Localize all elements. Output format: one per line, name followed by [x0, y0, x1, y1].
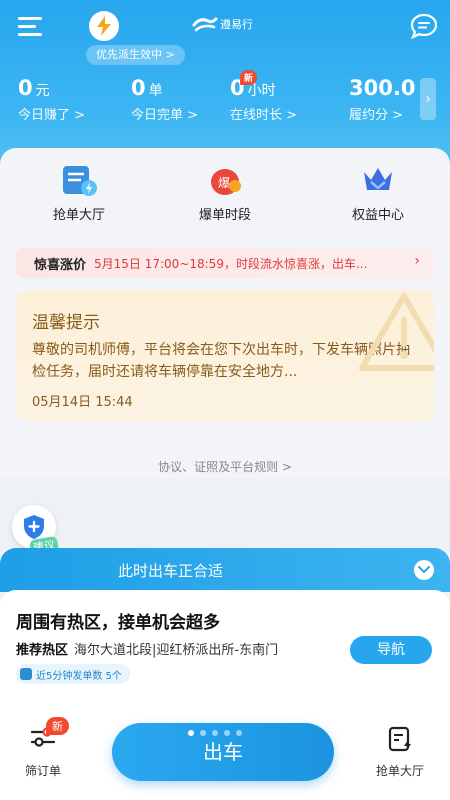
- surge-text: 5月15日 17:00~18:59，时段流水惊喜涨，出车...: [94, 256, 368, 271]
- quick-order-hall[interactable]: 抢单大厅: [19, 164, 139, 223]
- recent-orders-info: 近5分钟发单数 5个: [16, 664, 130, 684]
- stats-row: 0元 今日赚了 > 0单 今日完单 > 0 新小时 在线时长 > 300.0 履约…: [0, 70, 450, 126]
- collapse-button[interactable]: [414, 560, 434, 580]
- notice-date: 05月14日 15:44: [32, 395, 133, 410]
- grab-order-hall-button[interactable]: 抢单大厅: [368, 726, 432, 779]
- stats-more-button[interactable]: ›: [420, 78, 436, 120]
- chevron-down-icon: [418, 566, 430, 574]
- new-badge: 新: [46, 717, 69, 735]
- stat-completed-orders[interactable]: 0单 今日完单 >: [131, 76, 198, 123]
- top-bar: 优先派生效中 > 遵易行: [0, 0, 450, 70]
- navigate-button[interactable]: 导航: [350, 636, 432, 664]
- app-logo: 遵易行: [192, 12, 262, 36]
- stat-performance-score[interactable]: 300.0 履约分 >: [349, 76, 415, 123]
- chevron-right-icon: ›: [414, 253, 420, 269]
- shield-icon: [24, 515, 44, 539]
- info-icon: [20, 668, 32, 680]
- priority-dispatch-status[interactable]: 优先派生效中 >: [86, 45, 185, 65]
- quick-hot-period[interactable]: 爆 爆单时段: [165, 164, 285, 223]
- crown-icon: [364, 168, 392, 190]
- svg-text:爆: 爆: [218, 176, 230, 190]
- surge-pricing-banner[interactable]: 惊喜涨价 5月15日 17:00~18:59，时段流水惊喜涨，出车... ›: [16, 248, 434, 278]
- message-icon[interactable]: [410, 13, 438, 39]
- warning-icon: [359, 293, 434, 371]
- lightning-icon[interactable]: [89, 11, 119, 41]
- logo-mark-icon: [192, 17, 218, 32]
- quick-benefits-center[interactable]: 权益中心: [318, 164, 438, 223]
- hot-zone-title: 周围有热区，接单机会超多: [16, 613, 220, 633]
- menu-icon[interactable]: [18, 17, 44, 37]
- sheet-header[interactable]: [0, 548, 450, 592]
- page-indicator: [188, 730, 242, 736]
- sheet-header-text: 此时出车正合适: [118, 562, 224, 580]
- rules-link[interactable]: 协议、证照及平台规则 >: [0, 458, 450, 475]
- order-hall-icon: [63, 166, 97, 196]
- stat-earnings[interactable]: 0元 今日赚了 >: [18, 76, 85, 123]
- app-name: 遵易行: [220, 18, 253, 31]
- notice-card[interactable]: 温馨提示 尊敬的司机师傅，平台将会在您下次出车时，下发车辆照片抽检任务，届时还请…: [16, 290, 434, 422]
- order-list-icon: [388, 726, 411, 752]
- stat-online-hours[interactable]: 0 新小时 在线时长 >: [230, 70, 297, 123]
- hot-period-icon: 爆: [211, 169, 241, 195]
- surge-label: 惊喜涨价: [34, 257, 87, 273]
- new-badge: 新: [240, 70, 258, 85]
- recommended-hot-zone: 推荐热区 海尔大道北段|迎红桥派出所-东南门: [16, 643, 279, 658]
